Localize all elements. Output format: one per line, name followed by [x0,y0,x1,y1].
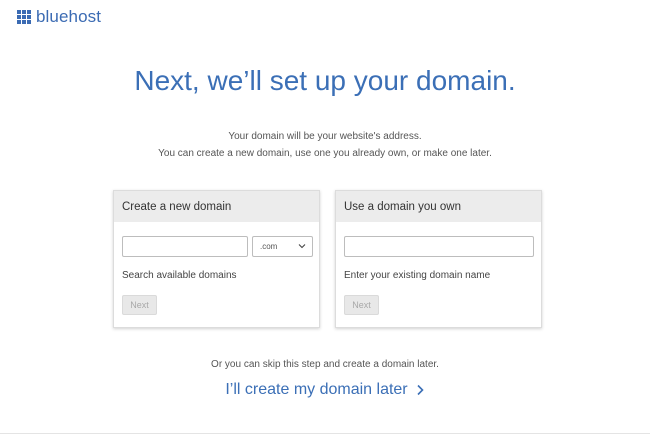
subtitle-line-1: Your domain will be your website's addre… [228,131,422,142]
chevron-down-icon [298,244,306,249]
create-new-domain-card: Create a new domain .com Search availabl… [113,190,320,328]
new-domain-input[interactable] [122,236,248,257]
create-domain-later-link[interactable]: I’ll create my domain later [0,381,650,399]
logo-text: bluehost [36,7,102,26]
tld-select[interactable]: .com [252,236,313,257]
card-title: Use a domain you own [336,191,541,222]
tld-select-value: .com [260,242,278,251]
existing-domain-input[interactable] [344,236,534,257]
existing-domain-next-button[interactable]: Next [344,295,379,315]
use-existing-domain-card: Use a domain you own Enter your existing… [335,190,542,328]
card-title: Create a new domain [114,191,319,222]
search-domains-hint: Search available domains [122,270,237,281]
chevron-right-icon [417,384,424,396]
skip-step-text: Or you can skip this step and create a d… [211,359,439,370]
subtitle-line-2: You can create a new domain, use one you… [158,148,492,159]
new-domain-next-button[interactable]: Next [122,295,157,315]
create-domain-later-label: I’ll create my domain later [225,381,408,398]
bottom-divider [0,433,650,434]
bluehost-logo[interactable]: bluehost [17,7,101,27]
bluehost-grid-logo-icon [17,10,31,24]
existing-domain-hint: Enter your existing domain name [344,270,491,281]
page-title: Next, we’ll set up your domain. [134,65,516,96]
